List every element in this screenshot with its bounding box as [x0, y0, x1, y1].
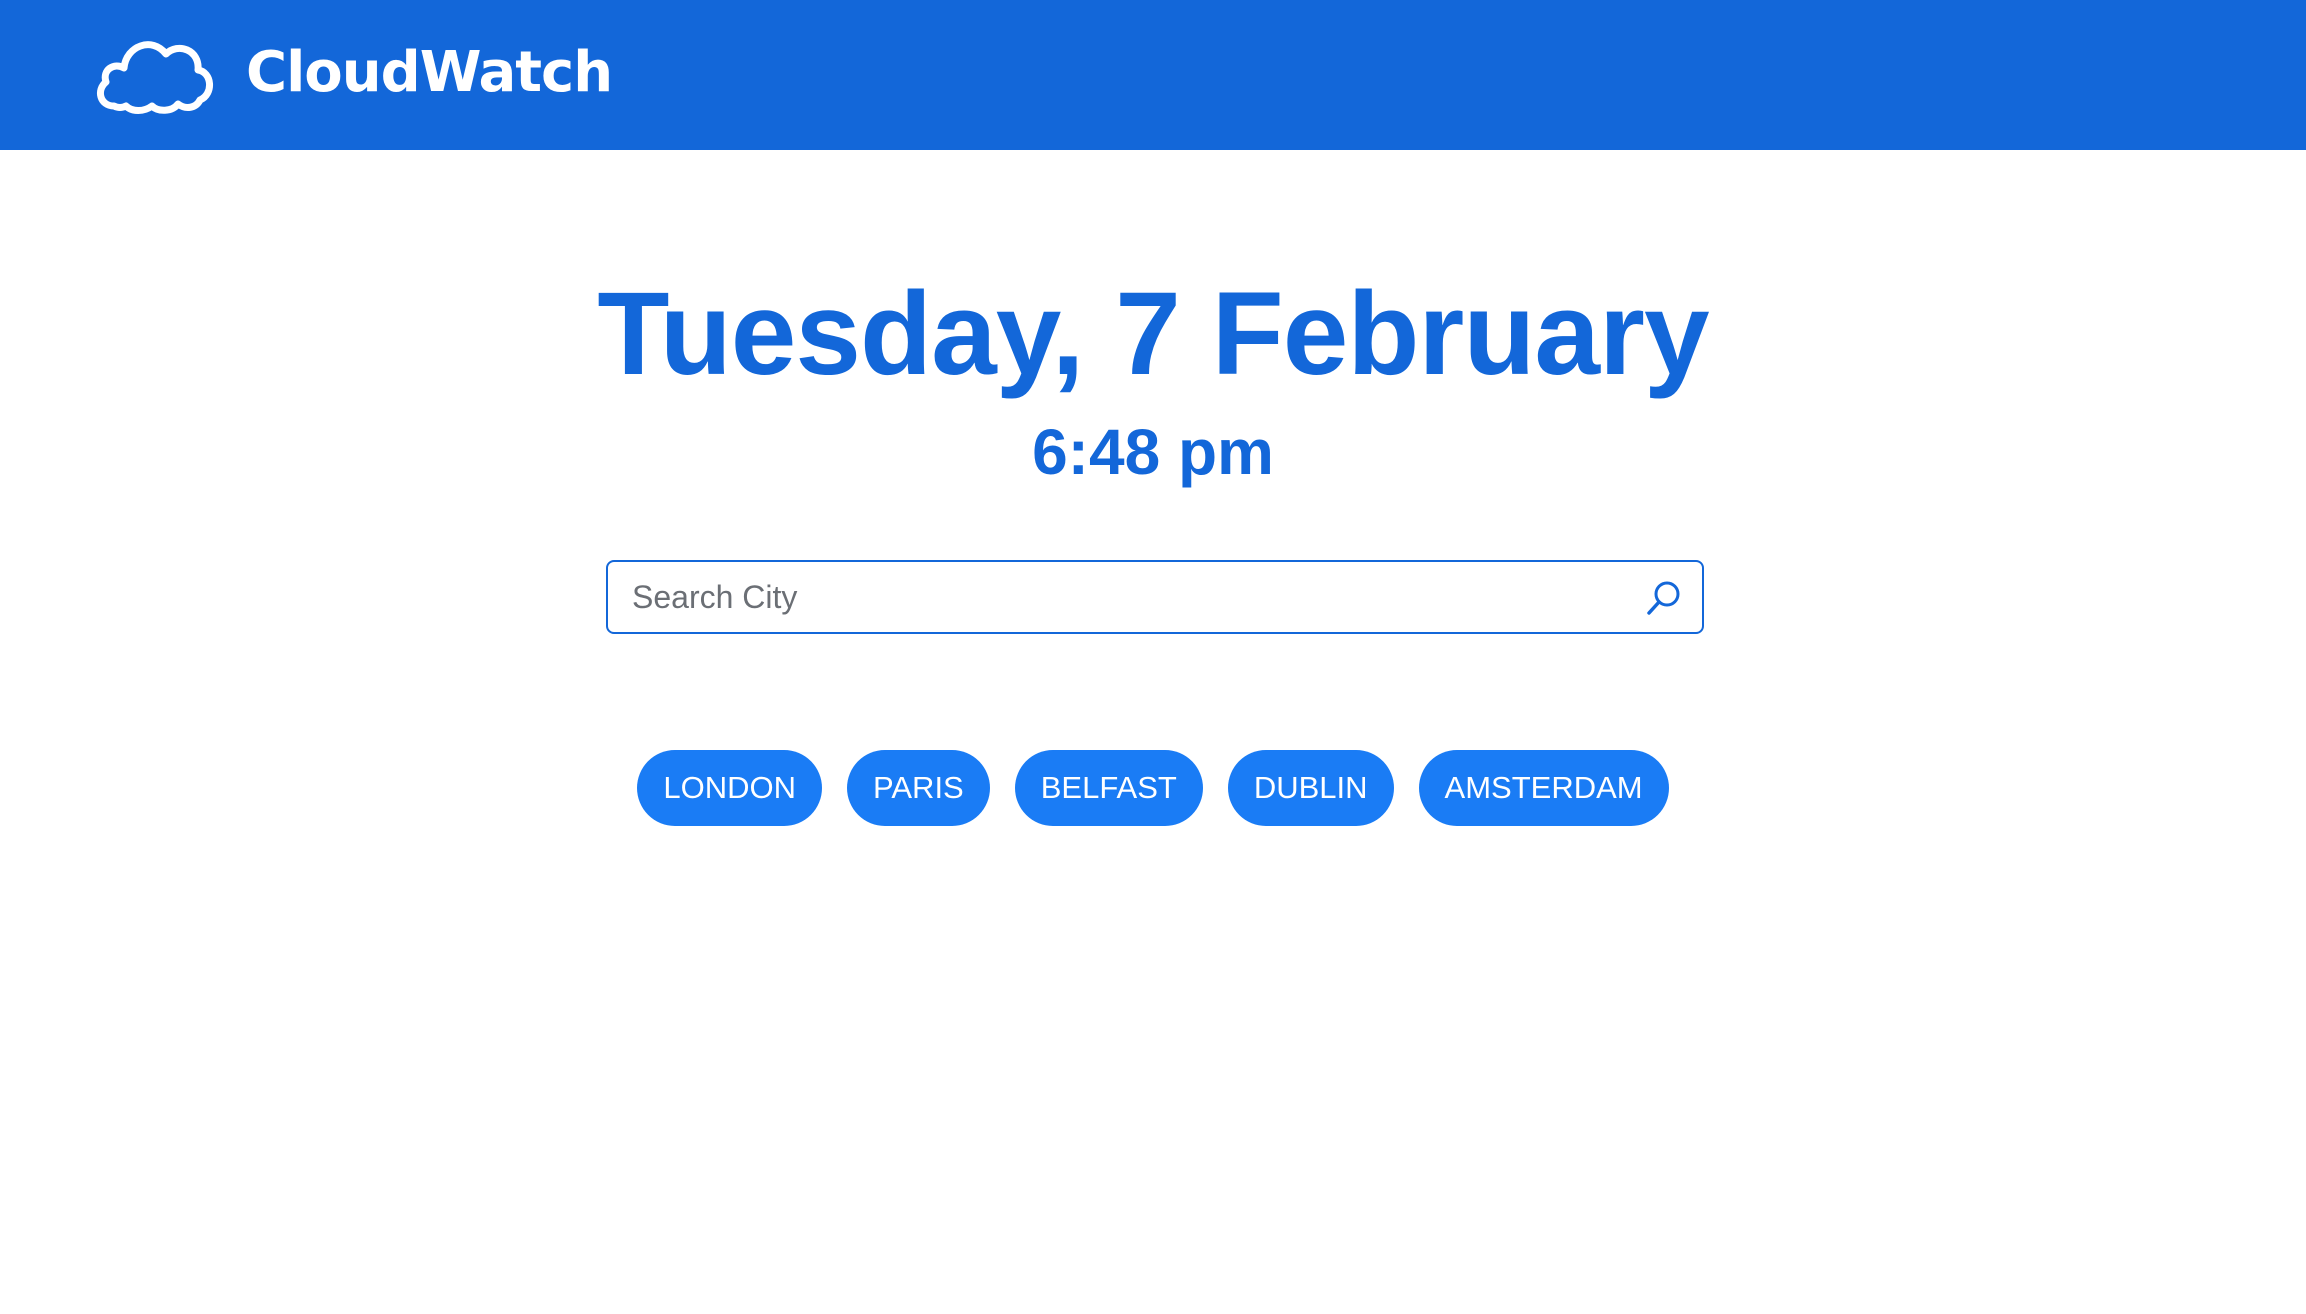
quick-city-list: LONDON PARIS BELFAST DUBLIN AMSTERDAM — [0, 750, 2306, 826]
search-bar — [606, 560, 1704, 634]
city-button-belfast[interactable]: BELFAST — [1014, 750, 1203, 826]
cloud-icon[interactable] — [94, 28, 216, 114]
app-name[interactable]: CloudWatch — [246, 36, 613, 110]
city-button-london[interactable]: LONDON — [637, 750, 822, 826]
search-icon[interactable] — [1644, 578, 1684, 618]
city-button-dublin[interactable]: DUBLIN — [1227, 750, 1394, 826]
current-date: Tuesday, 7 February — [597, 268, 1709, 400]
search-input[interactable] — [608, 562, 1618, 632]
city-button-paris[interactable]: PARIS — [847, 750, 990, 826]
city-button-amsterdam[interactable]: AMSTERDAM — [1418, 750, 1669, 826]
current-time: 6:48 pm — [1032, 416, 1274, 488]
top-bar: CloudWatch — [0, 0, 2306, 150]
